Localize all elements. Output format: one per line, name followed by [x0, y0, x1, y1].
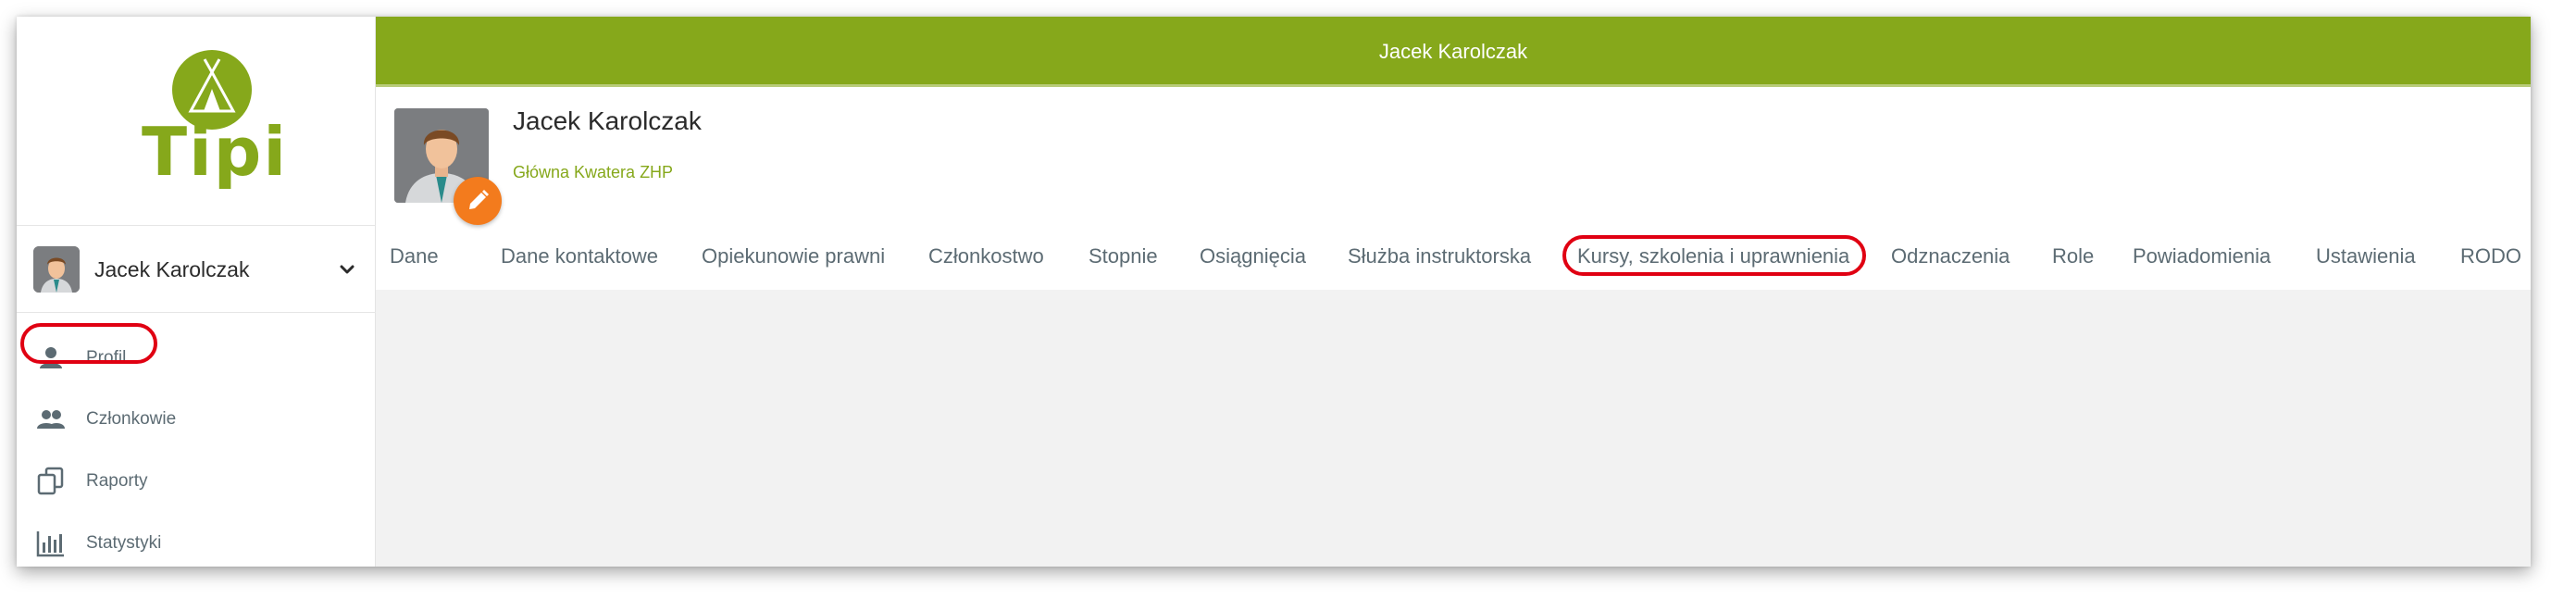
profile-header: Jacek Karolczak Główna Kwatera ZHP Dane … — [376, 90, 2531, 290]
tab-content-area — [376, 290, 2531, 567]
tab-sluzba-instruktorska[interactable]: Służba instruktorska — [1348, 244, 1531, 268]
pencil-icon — [469, 190, 489, 209]
sidebar-item-czlonkowie[interactable]: Członkowie — [17, 389, 376, 450]
user-menu[interactable]: Jacek Karolczak — [17, 228, 376, 313]
profil-highlight-annotation — [20, 323, 157, 364]
sidebar-item-label: Statystyki — [86, 533, 162, 553]
chevron-down-icon[interactable] — [337, 259, 357, 280]
tab-opiekunowie-prawni[interactable]: Opiekunowie prawni — [702, 244, 885, 268]
sidebar: Tipi Jacek Karolczak Profil Członkowie R… — [17, 17, 376, 567]
app-window: Tipi Jacek Karolczak Profil Członkowie R… — [17, 17, 2531, 567]
sidebar-item-label: Raporty — [86, 471, 148, 491]
documents-icon — [35, 466, 67, 497]
tab-dane[interactable]: Dane — [390, 244, 439, 268]
tab-czlonkostwo[interactable]: Członkostwo — [928, 244, 1044, 268]
tab-dane-kontaktowe[interactable]: Dane kontaktowe — [501, 244, 658, 268]
tab-ustawienia[interactable]: Ustawienia — [2316, 244, 2416, 268]
tab-powiadomienia[interactable]: Powiadomienia — [2133, 244, 2271, 268]
tab-role[interactable]: Role — [2052, 244, 2094, 268]
tab-rodo[interactable]: RODO — [2460, 244, 2521, 268]
people-icon — [35, 404, 67, 435]
logo[interactable]: Tipi — [17, 17, 376, 226]
sidebar-item-raporty[interactable]: Raporty — [17, 451, 376, 512]
header-bar: Jacek Karolczak — [376, 17, 2531, 87]
edit-photo-button[interactable] — [454, 177, 502, 225]
bar-chart-icon — [35, 528, 67, 559]
logo-text: Tipi — [141, 113, 288, 191]
tab-osiagniecia[interactable]: Osiągnięcia — [1200, 244, 1306, 268]
avatar — [33, 246, 80, 293]
user-name: Jacek Karolczak — [94, 257, 250, 281]
sidebar-item-statystyki[interactable]: Statystyki — [17, 513, 376, 567]
profile-name: Jacek Karolczak — [513, 106, 702, 135]
profile-unit[interactable]: Główna Kwatera ZHP — [513, 163, 673, 182]
tab-stopnie[interactable]: Stopnie — [1089, 244, 1158, 268]
tab-odznaczenia[interactable]: Odznaczenia — [1891, 244, 2010, 268]
sidebar-item-label: Członkowie — [86, 409, 177, 429]
header-title: Jacek Karolczak — [1378, 40, 1528, 63]
kursy-highlight-annotation — [1562, 235, 1866, 276]
